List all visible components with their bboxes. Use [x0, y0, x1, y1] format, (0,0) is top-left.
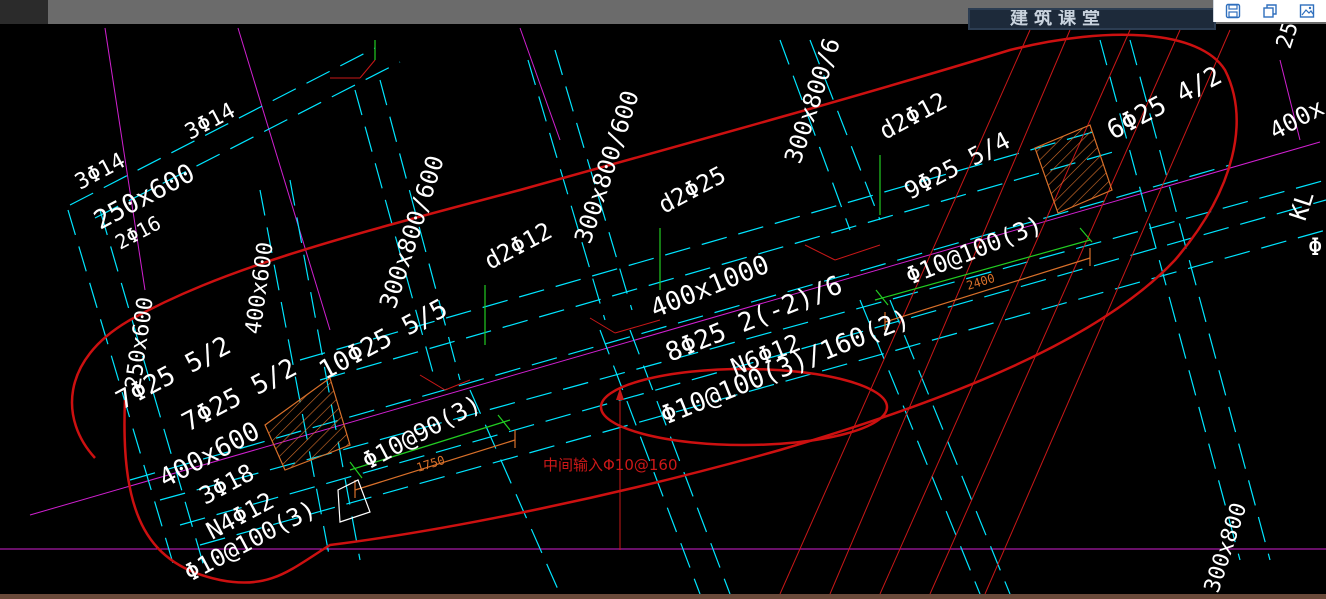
- label-300x800-b: 300x800/600: [569, 87, 645, 247]
- label-d2phi12-b: d2Φ12: [875, 87, 952, 146]
- label-6phi25: 6Φ25 4/2: [1102, 61, 1227, 146]
- label-3phi14-b: 3Φ14: [181, 98, 240, 145]
- cad-labels: 3Φ14 3Φ14 250x600 2Φ16 400x600 250x600 7…: [71, 24, 1326, 594]
- column-hatch-right: [1034, 124, 1113, 214]
- annotation-note: 中间输入Φ10@160: [543, 456, 678, 474]
- label-400x-right: 400x: [1265, 93, 1326, 145]
- window-top-bar-left: [0, 0, 48, 24]
- dimension-2400: 2400: [965, 271, 997, 293]
- label-25-top: 25: [1272, 24, 1304, 52]
- label-d2phi12-a: d2Φ12: [480, 217, 557, 276]
- dimension-1750: 1750: [415, 453, 447, 475]
- label-kl: KL: [1284, 188, 1320, 224]
- restore-window-icon[interactable]: [1261, 2, 1279, 20]
- label-300x800-a: 300x800/600: [374, 152, 450, 312]
- label-d2phi25: d2Φ25: [654, 161, 731, 220]
- label-400x600-left: 400x600: [241, 241, 279, 336]
- label-phi-right: Φ: [1308, 233, 1322, 261]
- bottom-strip: [0, 594, 1326, 599]
- screenshot-icon[interactable]: [1298, 2, 1316, 20]
- cad-drawing-canvas[interactable]: 3Φ14 3Φ14 250x600 2Φ16 400x600 250x600 7…: [0, 24, 1326, 594]
- label-10phi25: 10Φ25 5/5: [314, 294, 452, 387]
- save-icon[interactable]: [1224, 2, 1242, 20]
- corner-toolbar: [1213, 0, 1326, 22]
- label-3phi14-a: 3Φ14: [71, 148, 130, 195]
- label-300x800-bottom: 300x800: [1200, 500, 1252, 594]
